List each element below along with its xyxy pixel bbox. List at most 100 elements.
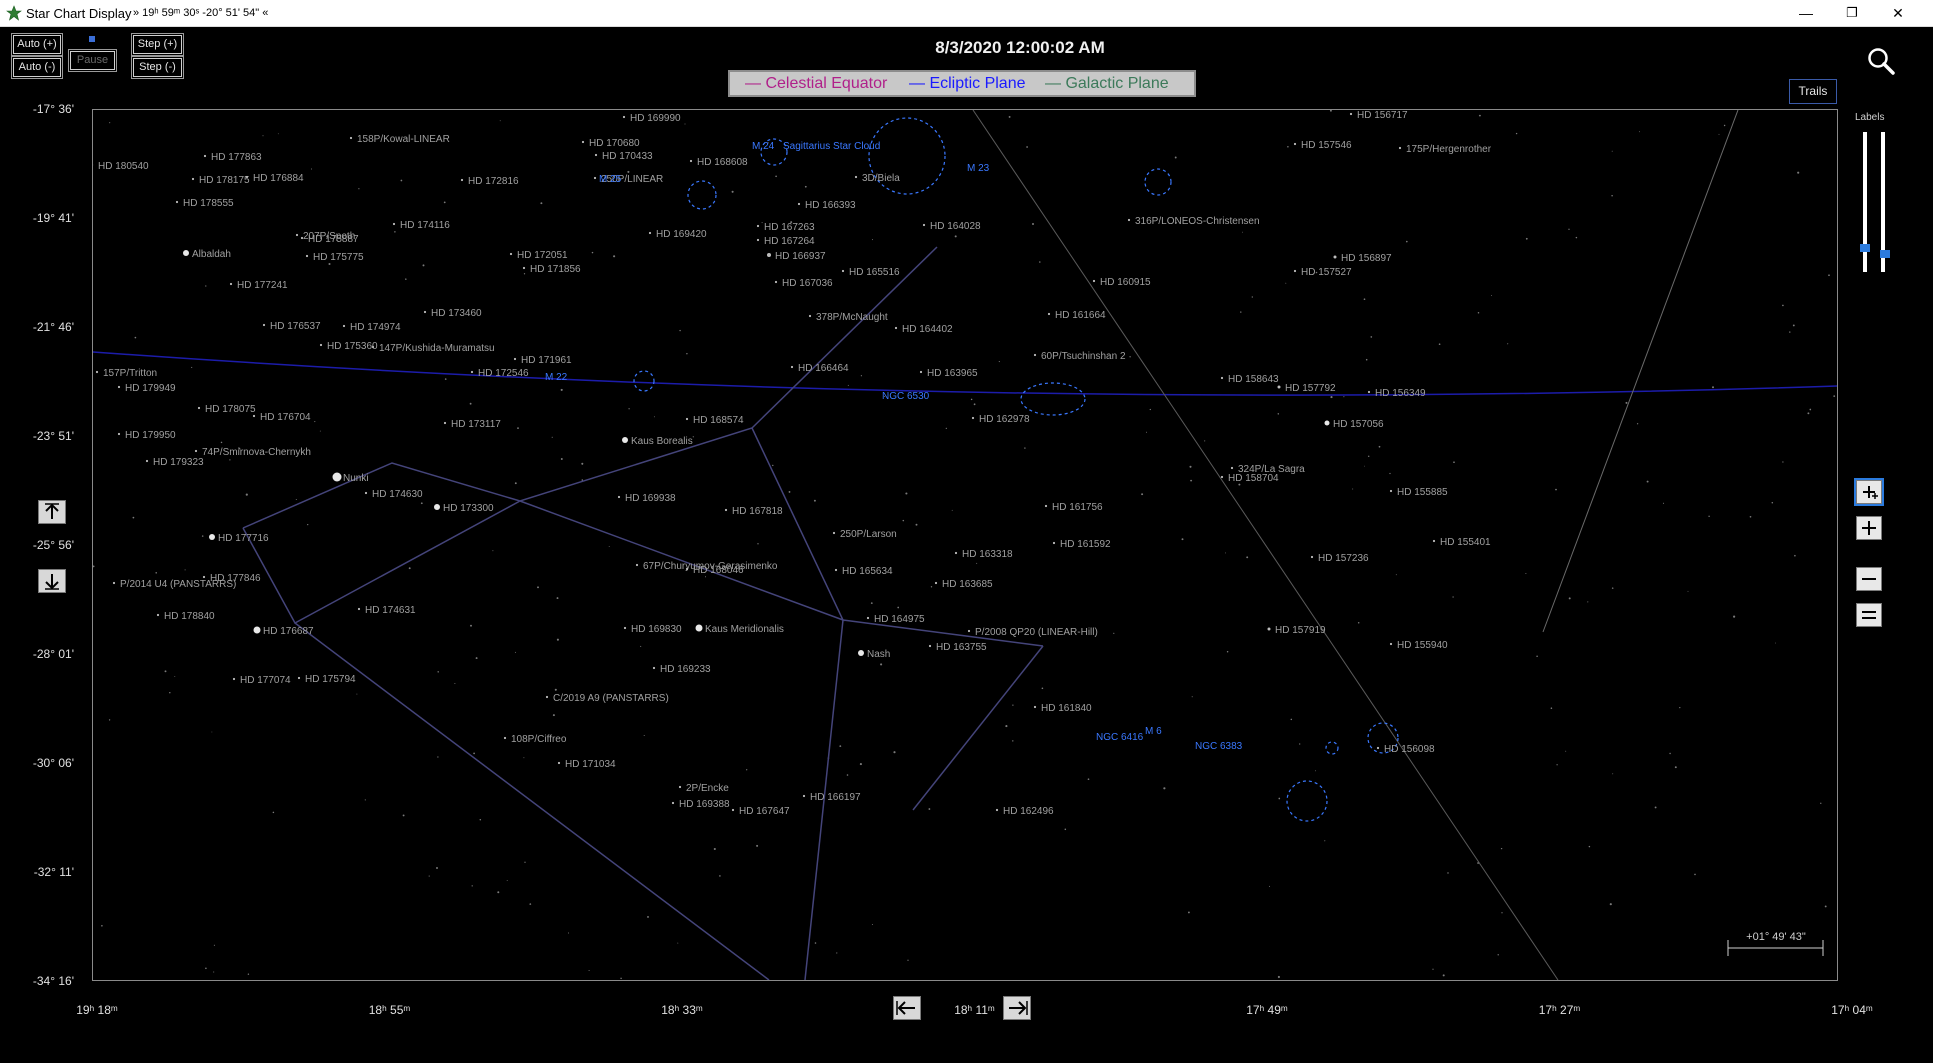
star-marker[interactable] — [922, 223, 926, 227]
pan-up-button[interactable] — [38, 500, 66, 524]
deep-sky-object-label[interactable]: M 22 — [545, 372, 568, 383]
star-marker[interactable] — [434, 504, 440, 510]
star-marker[interactable] — [191, 177, 195, 181]
star-marker[interactable] — [854, 175, 858, 179]
deep-sky-object-label[interactable]: M 6 — [1145, 726, 1162, 737]
star-marker[interactable] — [252, 414, 256, 418]
star-marker[interactable] — [245, 175, 249, 179]
star-marker[interactable] — [790, 365, 794, 369]
star-marker[interactable] — [1293, 142, 1297, 146]
star-marker[interactable] — [194, 449, 198, 453]
zoom-in-fine-button[interactable] — [1856, 480, 1882, 504]
star-marker[interactable] — [522, 266, 526, 270]
star-marker[interactable] — [934, 581, 938, 585]
search-icon[interactable] — [1866, 46, 1896, 76]
deep-sky-object-label[interactable]: Sagittarius Star Cloud — [783, 141, 880, 152]
star-marker[interactable] — [756, 238, 760, 242]
deep-sky-object-label[interactable]: NGC 6530 — [882, 391, 930, 402]
star-marker[interactable] — [1220, 376, 1224, 380]
auto-plus-button[interactable]: Auto (+) — [12, 34, 62, 55]
star-marker[interactable] — [1092, 279, 1096, 283]
star-marker[interactable] — [808, 314, 812, 318]
star-marker[interactable] — [689, 159, 693, 163]
star-marker[interactable] — [349, 136, 353, 140]
star-marker[interactable] — [832, 531, 836, 535]
labels-slider-thumb-2[interactable] — [1880, 250, 1890, 258]
close-button[interactable]: ✕ — [1875, 0, 1921, 26]
star-marker[interactable] — [866, 616, 870, 620]
star-marker[interactable] — [581, 140, 585, 144]
star-marker[interactable] — [593, 176, 597, 180]
star-marker[interactable] — [894, 326, 898, 330]
star-marker[interactable] — [1033, 705, 1037, 709]
star-marker[interactable] — [652, 666, 656, 670]
star-marker[interactable] — [117, 432, 121, 436]
auto-minus-button[interactable]: Auto (-) — [12, 57, 62, 78]
star-marker[interactable] — [1052, 541, 1056, 545]
star-marker[interactable] — [443, 421, 447, 425]
star-marker[interactable] — [545, 695, 549, 699]
star-marker[interactable] — [197, 406, 201, 410]
star-marker[interactable] — [145, 459, 149, 463]
star-marker[interactable] — [392, 222, 396, 226]
star-marker[interactable] — [156, 613, 160, 617]
star-marker[interactable] — [295, 233, 299, 237]
sky-map[interactable]: HD 169990 HD 170680 HD 170433 HD 168608 158P… — [93, 110, 1837, 980]
star-marker[interactable] — [756, 224, 760, 228]
deep-sky-object-label[interactable]: NGC 6416 — [1096, 732, 1144, 743]
star-marker[interactable] — [767, 253, 771, 257]
star-marker[interactable] — [253, 626, 261, 634]
star-marker[interactable] — [1267, 627, 1271, 631]
star-marker[interactable] — [1349, 112, 1353, 116]
pause-button[interactable]: Pause — [69, 50, 116, 71]
star-marker[interactable] — [1398, 146, 1402, 150]
star-marker[interactable] — [1277, 385, 1281, 389]
star-marker[interactable] — [319, 343, 323, 347]
star-marker[interactable] — [685, 567, 689, 571]
star-marker[interactable] — [1389, 642, 1393, 646]
star-marker[interactable] — [232, 677, 236, 681]
star-chart-canvas[interactable]: HD 169990 HD 170680 HD 170433 HD 168608 158P… — [92, 109, 1838, 981]
labels-slider-thumb-1[interactable] — [1860, 244, 1870, 252]
maximize-button[interactable]: ❐ — [1829, 0, 1875, 26]
star-marker[interactable] — [919, 370, 923, 374]
star-marker[interactable] — [332, 472, 342, 482]
star-marker[interactable] — [685, 417, 689, 421]
star-marker[interactable] — [971, 416, 975, 420]
star-marker[interactable] — [95, 370, 99, 374]
star-marker[interactable] — [1047, 312, 1051, 316]
star-marker[interactable] — [995, 808, 999, 812]
star-marker[interactable] — [1220, 475, 1224, 479]
star-marker[interactable] — [202, 575, 206, 579]
star-marker[interactable] — [967, 629, 971, 633]
deep-sky-object-label[interactable]: M 24 — [752, 141, 775, 152]
star-marker[interactable] — [635, 563, 639, 567]
minimize-button[interactable]: — — [1783, 0, 1829, 26]
star-marker[interactable] — [797, 202, 801, 206]
zoom-out-button[interactable] — [1856, 567, 1882, 591]
star-marker[interactable] — [834, 568, 838, 572]
star-marker[interactable] — [678, 785, 682, 789]
star-marker[interactable] — [594, 153, 598, 157]
star-marker[interactable] — [622, 437, 628, 443]
star-marker[interactable] — [1230, 466, 1234, 470]
star-marker[interactable] — [305, 254, 309, 258]
star-marker[interactable] — [1432, 539, 1436, 543]
star-marker[interactable] — [503, 736, 507, 740]
star-marker[interactable] — [1324, 420, 1330, 426]
star-marker[interactable] — [117, 385, 121, 389]
star-marker[interactable] — [623, 626, 627, 630]
star-marker[interactable] — [1310, 555, 1314, 559]
star-marker[interactable] — [1044, 504, 1048, 508]
star-marker[interactable] — [300, 236, 304, 240]
star-marker[interactable] — [774, 280, 778, 284]
star-marker[interactable] — [203, 154, 207, 158]
star-marker[interactable] — [342, 324, 346, 328]
star-marker[interactable] — [357, 607, 361, 611]
star-marker[interactable] — [513, 357, 517, 361]
star-marker[interactable] — [648, 231, 652, 235]
star-marker[interactable] — [175, 200, 179, 204]
zoom-in-button[interactable] — [1856, 516, 1882, 540]
star-marker[interactable] — [1333, 255, 1337, 259]
star-marker[interactable] — [617, 495, 621, 499]
